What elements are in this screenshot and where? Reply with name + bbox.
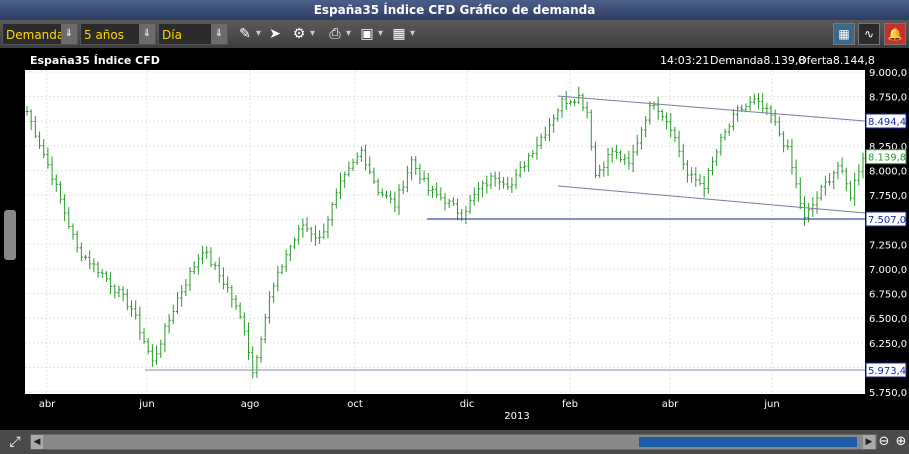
x-tick-label: jun	[763, 399, 779, 410]
x-tick-label: dic	[460, 399, 475, 410]
scroll-left-icon[interactable]: ◀	[31, 435, 43, 449]
y-tick-label: 6.250,0	[869, 339, 907, 350]
horizontal-scrollbar[interactable]: ◀ ▶	[30, 434, 877, 450]
y-tick-label: 7.750,0	[869, 191, 907, 202]
x-tick-label: jun	[138, 399, 154, 410]
y-tick-label: 7.000,0	[869, 265, 907, 276]
y-tick-label: 5.750,0	[869, 388, 907, 399]
x-tick-label: abr	[662, 399, 679, 410]
x-tick-label: abr	[39, 399, 56, 410]
y-tick-label: 6.750,0	[869, 290, 907, 301]
y-tick-label: 8.000,0	[869, 166, 907, 177]
y-tick-label: 8.750,0	[869, 93, 907, 104]
price-marker-label: 7.507,0	[868, 215, 906, 226]
price-marker: 7.507,0	[865, 211, 907, 227]
price-marker: 8.494,4	[865, 113, 907, 129]
x-tick-label: ago	[241, 399, 260, 410]
plot-area	[25, 70, 865, 394]
zoom-out-icon[interactable]: ⊖	[876, 433, 892, 451]
y-tick-label: 6.500,0	[869, 314, 907, 325]
x-tick-label: oct	[347, 399, 363, 410]
price-marker: 5.973,4	[865, 362, 907, 378]
year-label: 2013	[504, 411, 529, 422]
zoom-in-icon[interactable]: ⊕	[893, 433, 909, 451]
price-marker-label: 5.973,4	[868, 366, 906, 377]
price-marker: 8.139,8	[865, 149, 907, 165]
x-tick-label: feb	[562, 399, 578, 410]
scrollbar-thumb[interactable]	[639, 437, 857, 447]
y-tick-label: 9.000,0	[869, 68, 907, 79]
x-axis: abr jun ago oct dic feb abr jun 2013	[39, 399, 780, 422]
price-marker-label: 8.139,8	[868, 153, 906, 164]
price-chart[interactable]: 9.000,08.750,08.500,08.250,08.000,07.750…	[0, 0, 909, 454]
scroll-right-icon[interactable]: ▶	[863, 435, 875, 449]
price-marker-label: 8.494,4	[868, 117, 906, 128]
y-tick-label: 7.250,0	[869, 240, 907, 251]
fullscreen-icon[interactable]: ⤢	[6, 433, 24, 451]
bottom-bar: ⤢ ◀ ▶ ⊖ ⊕	[0, 430, 909, 454]
